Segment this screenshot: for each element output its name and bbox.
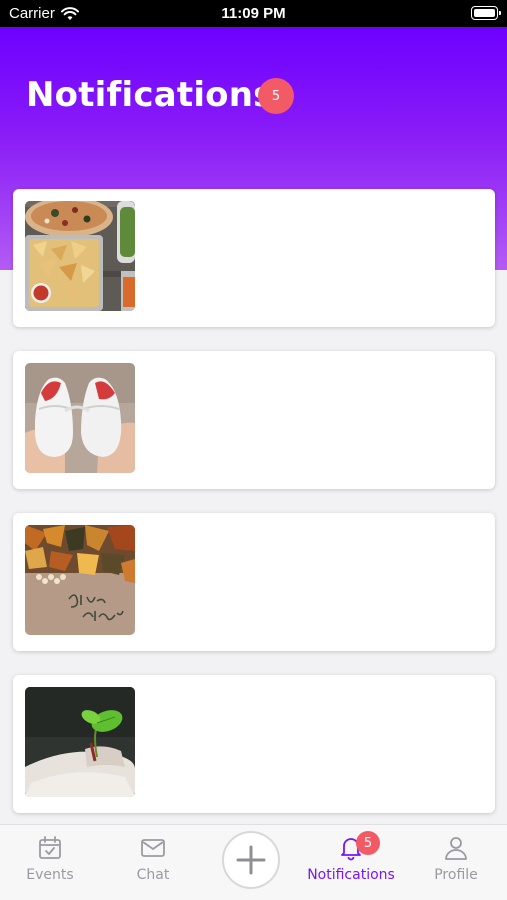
- clock: 11:09 PM: [221, 5, 286, 22]
- give-thanks-autumn-leaves-image: [25, 525, 135, 635]
- notification-count-badge: 5: [258, 78, 294, 114]
- tab-chat[interactable]: Chat: [103, 835, 203, 883]
- person-icon: [445, 837, 467, 860]
- status-bar: Carrier 11:09 PM: [0, 0, 507, 27]
- add-button[interactable]: [222, 831, 280, 889]
- sprout-in-hands-image: [25, 687, 135, 797]
- notification-thumbnail: [25, 525, 135, 635]
- notification-card[interactable]: [13, 189, 495, 327]
- food-platter-image: [25, 201, 135, 311]
- notification-thumbnail: [25, 201, 135, 311]
- battery-icon: [471, 6, 501, 20]
- notification-thumbnail: [25, 363, 135, 473]
- notification-card[interactable]: [13, 351, 495, 489]
- tab-bar: Events Chat 5 Notifications Profile: [0, 824, 507, 900]
- calendar-check-icon: [39, 836, 61, 859]
- tab-notifications[interactable]: 5 Notifications: [301, 831, 401, 883]
- notification-list: [13, 189, 495, 837]
- page-title: Notifications: [26, 75, 274, 115]
- tab-events-label: Events: [26, 867, 74, 883]
- envelope-icon: [141, 839, 165, 857]
- tab-profile-label: Profile: [434, 867, 478, 883]
- tab-profile[interactable]: Profile: [406, 835, 506, 883]
- tab-notifications-label: Notifications: [307, 867, 395, 883]
- tab-events[interactable]: Events: [0, 835, 100, 883]
- notification-card[interactable]: [13, 513, 495, 651]
- tab-notifications-badge: 5: [356, 831, 380, 855]
- tab-chat-label: Chat: [136, 867, 170, 883]
- notification-thumbnail: [25, 687, 135, 797]
- baby-shoes-image: [25, 363, 135, 473]
- plus-icon: [236, 845, 266, 875]
- notification-card[interactable]: [13, 675, 495, 813]
